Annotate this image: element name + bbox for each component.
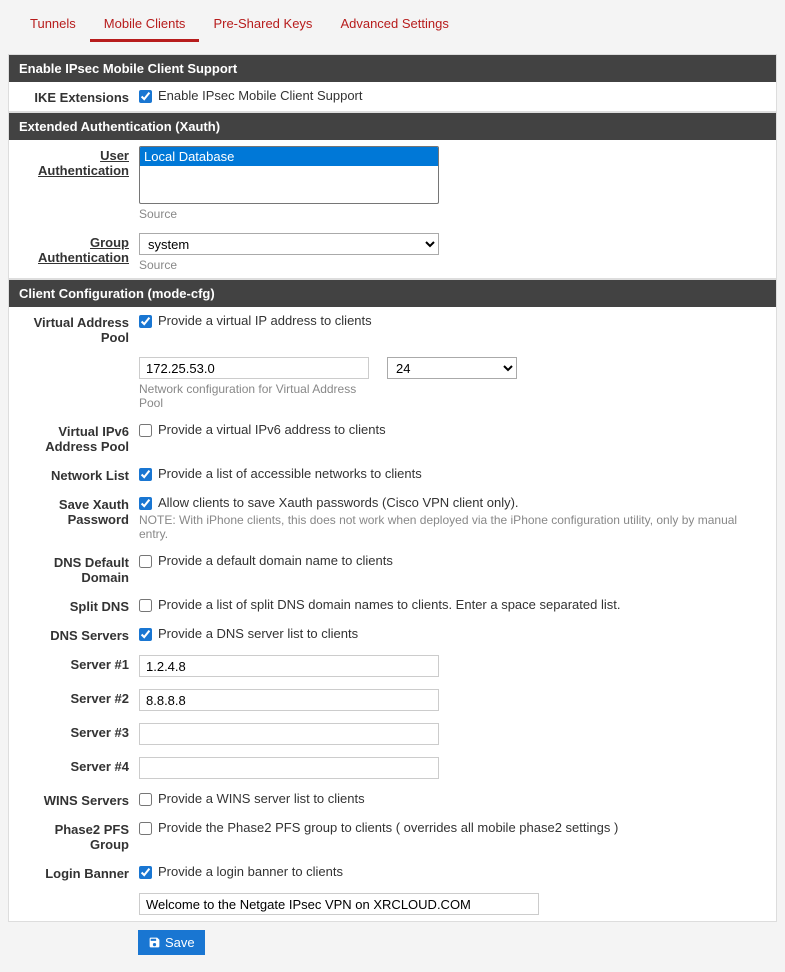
network-list-text: Provide a list of accessible networks to…: [158, 466, 422, 481]
virtual-address-pool-help: Network configuration for Virtual Addres…: [139, 382, 369, 410]
tab-tunnels[interactable]: Tunnels: [16, 8, 90, 42]
split-dns-text: Provide a list of split DNS domain names…: [158, 597, 620, 612]
dns-default-domain-text: Provide a default domain name to clients: [158, 553, 393, 568]
wins-servers-text: Provide a WINS server list to clients: [158, 791, 365, 806]
server3-input[interactable]: [139, 723, 439, 745]
wins-servers-checkbox[interactable]: [139, 793, 152, 806]
virtual-ipv6-pool-checkbox[interactable]: [139, 424, 152, 437]
login-banner-label: Login Banner: [19, 864, 139, 881]
dns-servers-checkbox[interactable]: [139, 628, 152, 641]
nav-tabs: Tunnels Mobile Clients Pre-Shared Keys A…: [8, 8, 777, 42]
save-xauth-label: Save Xauth Password: [19, 495, 139, 527]
dns-default-domain-label: DNS Default Domain: [19, 553, 139, 585]
network-list-label: Network List: [19, 466, 139, 483]
server1-input[interactable]: [139, 655, 439, 677]
panel-extended-auth: Extended Authentication (Xauth) User Aut…: [8, 112, 777, 279]
save-icon: [148, 936, 161, 949]
save-button-label: Save: [165, 935, 195, 950]
panel-header: Client Configuration (mode-cfg): [9, 280, 776, 307]
pfs-group-label: Phase2 PFS Group: [19, 820, 139, 852]
virtual-address-pool-checkbox[interactable]: [139, 315, 152, 328]
server3-label: Server #3: [19, 723, 139, 740]
login-banner-text: Provide a login banner to clients: [158, 864, 343, 879]
virtual-ipv6-pool-label: Virtual IPv6 Address Pool: [19, 422, 139, 454]
panel-header: Extended Authentication (Xauth): [9, 113, 776, 140]
dns-servers-text: Provide a DNS server list to clients: [158, 626, 358, 641]
ike-extensions-text: Enable IPsec Mobile Client Support: [158, 88, 363, 103]
group-auth-select[interactable]: system: [139, 233, 439, 255]
group-auth-label: Group Authentication: [19, 233, 139, 265]
user-auth-help: Source: [139, 207, 766, 221]
virtual-address-pool-network-input[interactable]: [139, 357, 369, 379]
tab-mobile-clients[interactable]: Mobile Clients: [90, 8, 200, 42]
virtual-address-pool-label: Virtual Address Pool: [19, 313, 139, 345]
user-auth-select[interactable]: Local Database: [139, 146, 439, 204]
tab-preshared-keys[interactable]: Pre-Shared Keys: [199, 8, 326, 42]
server1-label: Server #1: [19, 655, 139, 672]
dns-default-domain-checkbox[interactable]: [139, 555, 152, 568]
split-dns-checkbox[interactable]: [139, 599, 152, 612]
save-xauth-checkbox[interactable]: [139, 497, 152, 510]
panel-header: Enable IPsec Mobile Client Support: [9, 55, 776, 82]
virtual-ipv6-pool-text: Provide a virtual IPv6 address to client…: [158, 422, 386, 437]
login-banner-input[interactable]: [139, 893, 539, 915]
panel-client-config: Client Configuration (mode-cfg) Virtual …: [8, 279, 777, 922]
virtual-address-pool-text: Provide a virtual IP address to clients: [158, 313, 372, 328]
network-list-checkbox[interactable]: [139, 468, 152, 481]
dns-servers-label: DNS Servers: [19, 626, 139, 643]
server2-input[interactable]: [139, 689, 439, 711]
split-dns-label: Split DNS: [19, 597, 139, 614]
server4-label: Server #4: [19, 757, 139, 774]
ike-extensions-label: IKE Extensions: [19, 88, 139, 105]
login-banner-checkbox[interactable]: [139, 866, 152, 879]
wins-servers-label: WINS Servers: [19, 791, 139, 808]
group-auth-help: Source: [139, 258, 766, 272]
pfs-group-text: Provide the Phase2 PFS group to clients …: [158, 820, 618, 835]
user-auth-label: User Authentication: [19, 146, 139, 178]
pfs-group-checkbox[interactable]: [139, 822, 152, 835]
tab-advanced-settings[interactable]: Advanced Settings: [326, 8, 462, 42]
save-button[interactable]: Save: [138, 930, 205, 955]
virtual-address-pool-mask-select[interactable]: 24: [387, 357, 517, 379]
ike-extensions-checkbox[interactable]: [139, 90, 152, 103]
server2-label: Server #2: [19, 689, 139, 706]
server4-input[interactable]: [139, 757, 439, 779]
panel-enable-ipsec: Enable IPsec Mobile Client Support IKE E…: [8, 54, 777, 112]
save-xauth-text: Allow clients to save Xauth passwords (C…: [158, 495, 519, 510]
save-xauth-help: NOTE: With iPhone clients, this does not…: [139, 513, 766, 541]
